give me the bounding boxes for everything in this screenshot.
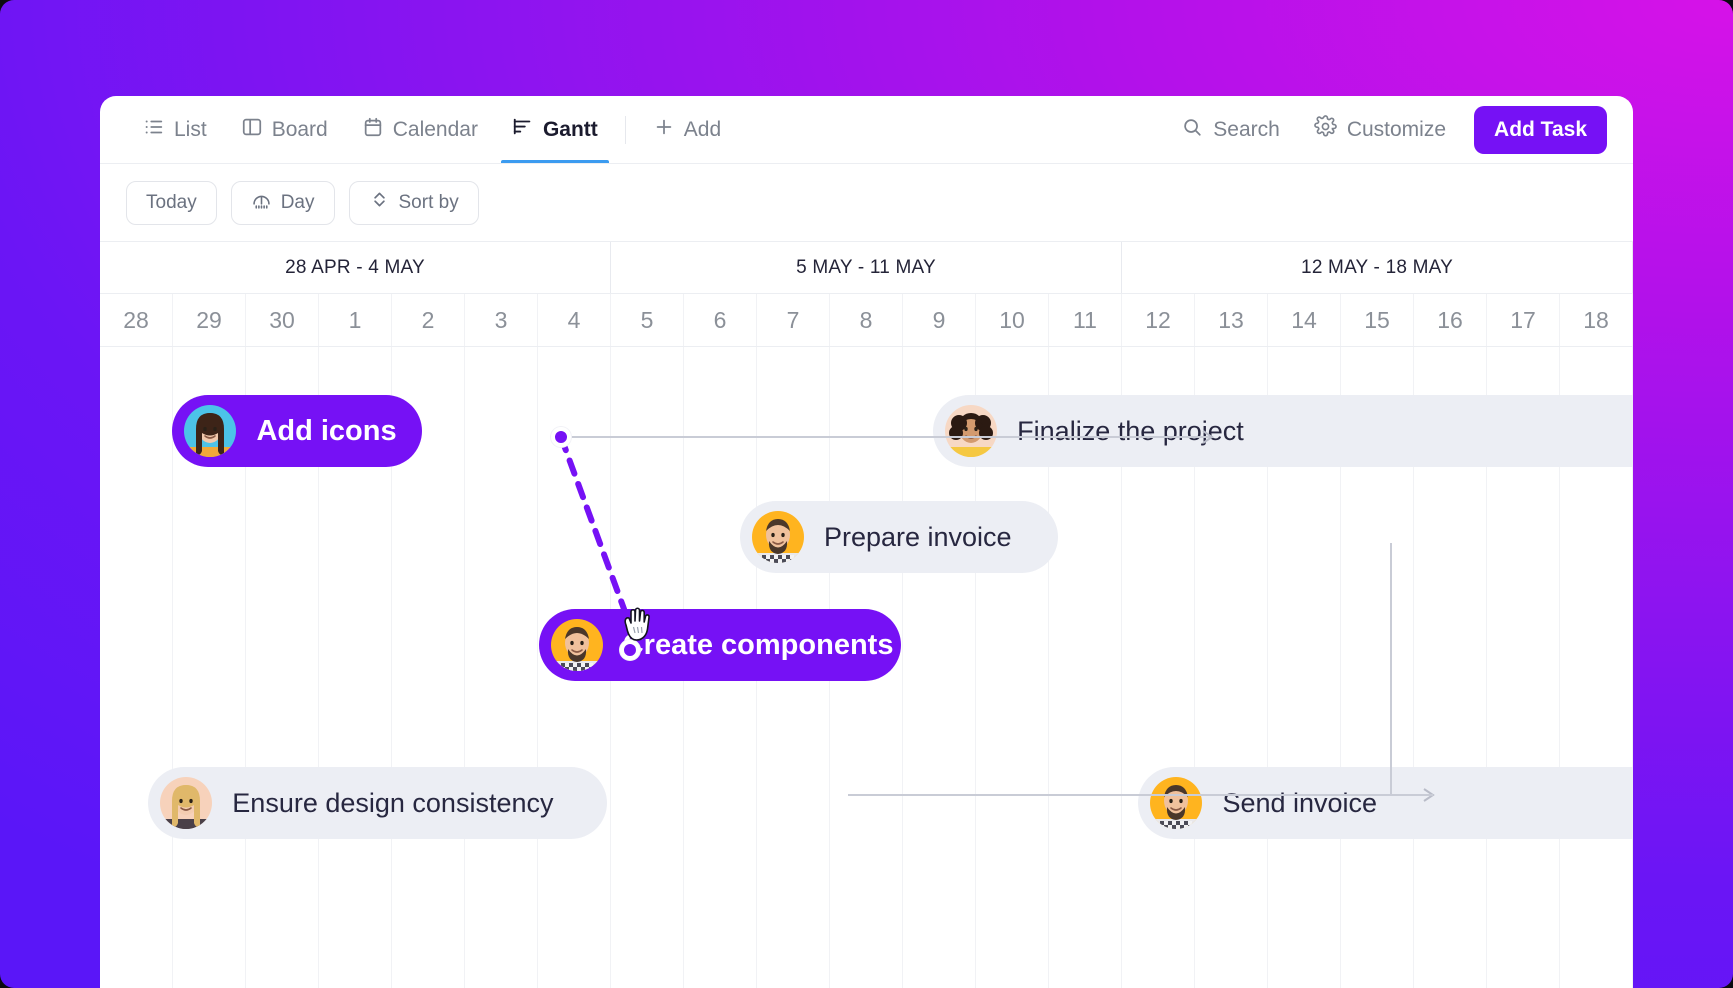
avatar-man-beard-icon — [1150, 777, 1203, 829]
tab-gantt[interactable]: Gantt — [495, 96, 615, 163]
task-title: Prepare invoice — [823, 521, 1012, 552]
plus-icon — [653, 116, 675, 144]
gridline-0 — [100, 347, 173, 988]
tab-board-label: Board — [271, 118, 328, 141]
today-label: Today — [146, 191, 197, 213]
task-title: Finalize the project — [1017, 415, 1244, 446]
timeline-day-12: 12 — [1122, 294, 1195, 346]
view-tab-bar: List Board Calendar Gantt Add Search Cus… — [100, 96, 1633, 164]
tab-calendar[interactable]: Calendar — [345, 96, 495, 163]
timeline-icon — [251, 189, 272, 216]
timeline-day-5: 5 — [611, 294, 684, 346]
search-label: Search — [1213, 117, 1280, 141]
timeline-day-15: 15 — [1341, 294, 1414, 346]
zoom-level-button[interactable]: Day — [230, 180, 335, 225]
tab-board[interactable]: Board — [224, 96, 345, 163]
search-button[interactable]: Search — [1169, 108, 1292, 152]
task-bar-send-invoice[interactable]: Send invoice — [1138, 767, 1633, 839]
timeline-day-9: 9 — [903, 294, 976, 346]
avatar-woman-curly-icon — [945, 405, 998, 457]
timeline-day-11: 11 — [1049, 294, 1122, 346]
gantt-chart: 28 APR - 4 MAY 5 MAY - 11 MAY 12 MAY - 18 … — [100, 242, 1633, 988]
timeline-day-7: 7 — [757, 294, 830, 346]
list-icon — [143, 116, 165, 144]
gantt-icon — [512, 116, 534, 144]
task-bar-add-icons[interactable]: Add icons — [172, 395, 422, 467]
tab-calendar-label: Calendar — [392, 118, 478, 141]
tab-list-label: List — [174, 118, 207, 141]
timeline-day-30: 30 — [246, 294, 319, 346]
timeline-day-4: 4 — [538, 294, 611, 346]
avatar-woman-blonde-icon — [160, 777, 213, 829]
avatar-man-beard-icon — [550, 619, 603, 671]
add-task-button[interactable]: Add Task — [1474, 105, 1607, 154]
gantt-grid: Add icons Finalize the project Prepare i… — [100, 347, 1633, 988]
calendar-icon — [362, 116, 384, 144]
timeline-week-1: 28 APR - 4 MAY — [100, 242, 611, 293]
tab-gantt-label: Gantt — [542, 118, 598, 141]
timeline-day-2: 2 — [392, 294, 465, 346]
task-title: Add icons — [256, 414, 397, 447]
timeline-day-3: 3 — [465, 294, 538, 346]
timeline-day-8: 8 — [830, 294, 903, 346]
customize-label: Customize — [1346, 117, 1447, 141]
dependency-dot-add-icons[interactable] — [551, 427, 571, 447]
task-bar-prepare-invoice[interactable]: Prepare invoice — [739, 501, 1058, 573]
customize-button[interactable]: Customize — [1302, 107, 1458, 152]
sort-updown-icon — [369, 189, 390, 216]
task-bar-create-components[interactable]: Create components — [538, 609, 901, 681]
task-title: Create components — [622, 628, 894, 661]
task-bar-ensure-design-consistency[interactable]: Ensure design consistency — [148, 767, 608, 839]
view-tabs: List Board Calendar Gantt Add — [126, 96, 738, 163]
gantt-toolbar: Today Day Sort by — [100, 164, 1633, 242]
sort-by-label: Sort by — [398, 191, 459, 213]
timeline-day-29: 29 — [173, 294, 246, 346]
board-icon — [241, 116, 263, 144]
today-button[interactable]: Today — [126, 180, 217, 225]
timeline-day-28: 28 — [100, 294, 173, 346]
task-title: Send invoice — [1222, 787, 1378, 818]
tab-divider — [624, 115, 626, 144]
avatar-man-beard-icon — [751, 511, 804, 563]
app-window: List Board Calendar Gantt Add Search Cus… — [100, 96, 1633, 988]
timeline-day-header: 28 29 30 1 2 3 4 5 6 7 8 9 10 11 12 13 14 15 16 17 18 — [100, 294, 1633, 347]
timeline-day-17: 17 — [1487, 294, 1560, 346]
timeline-day-6: 6 — [684, 294, 757, 346]
add-view-label: Add — [683, 118, 722, 141]
gridline-5 — [465, 347, 538, 988]
view-bar-actions: Search Customize Add Task — [1169, 105, 1607, 154]
zoom-level-label: Day — [280, 191, 315, 213]
gear-icon — [1313, 115, 1337, 144]
timeline-day-1: 1 — [319, 294, 392, 346]
grab-hand-cursor — [621, 605, 655, 643]
timeline-day-10: 10 — [976, 294, 1049, 346]
add-view-button[interactable]: Add — [636, 96, 738, 163]
tab-list[interactable]: List — [126, 96, 224, 163]
timeline-day-18: 18 — [1560, 294, 1633, 346]
timeline-day-16: 16 — [1414, 294, 1487, 346]
timeline-week-header: 28 APR - 4 MAY 5 MAY - 11 MAY 12 MAY - 18 … — [100, 242, 1633, 294]
timeline-week-2: 5 MAY - 11 MAY — [611, 242, 1122, 293]
search-icon — [1181, 116, 1203, 144]
task-title: Ensure design consistency — [232, 787, 554, 818]
sort-by-button[interactable]: Sort by — [348, 180, 479, 225]
task-bar-finalize-the-project[interactable]: Finalize the project — [933, 395, 1633, 467]
avatar-woman-brunette-icon — [184, 405, 237, 457]
timeline-day-14: 14 — [1268, 294, 1341, 346]
timeline-week-3: 12 MAY - 18 MAY — [1122, 242, 1633, 293]
timeline-day-13: 13 — [1195, 294, 1268, 346]
